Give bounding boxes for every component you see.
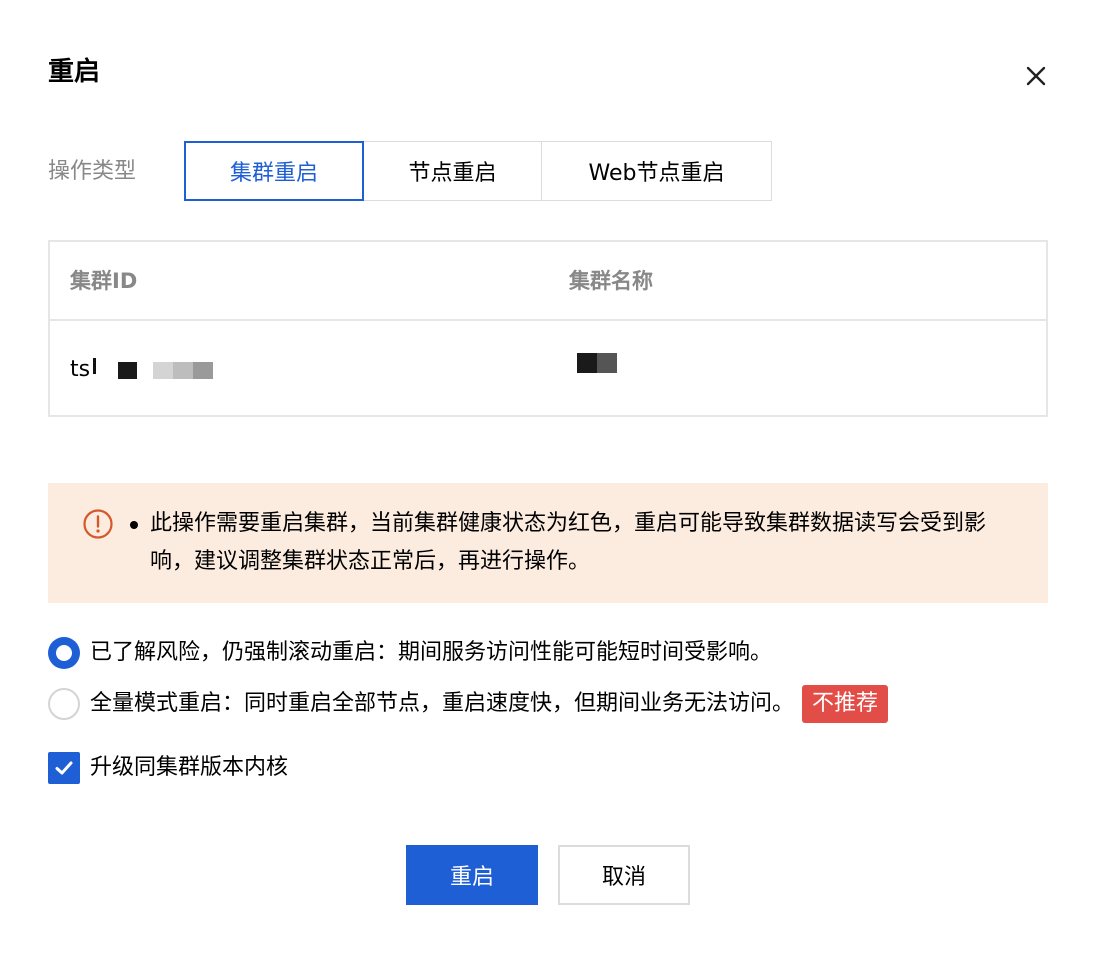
redacted-block <box>153 361 174 379</box>
bullet-dot <box>130 521 138 529</box>
redacted-block <box>93 358 97 374</box>
tab-node-restart[interactable]: 节点重启 <box>363 141 542 201</box>
radio-label: 全量模式重启：同时重启全部节点，重启速度快，但期间业务无法访问。 <box>90 691 795 716</box>
warning-circle-icon <box>83 509 113 539</box>
radio-rolling-restart[interactable] <box>48 637 80 669</box>
checkbox-label: 升级同集群版本内核 <box>90 755 289 780</box>
table-header: 集群ID 集群名称 <box>50 242 1046 321</box>
radio-full-restart[interactable] <box>48 688 80 720</box>
upgrade-kernel-checkbox[interactable] <box>48 752 80 784</box>
tab-web-node-restart[interactable]: Web节点重启 <box>541 141 772 201</box>
restart-button[interactable]: 重启 <box>406 845 538 905</box>
warning-text: 此操作需要重启集群，当前集群健康状态为红色，重启可能导致集群数据读写会受到影响，… <box>150 511 987 574</box>
dialog-title: 重启 <box>48 57 101 87</box>
cluster-id-text: ts <box>70 357 91 382</box>
option-upgrade-kernel[interactable]: 升级同集群版本内核 <box>48 752 288 784</box>
close-icon[interactable] <box>1018 58 1054 94</box>
cancel-button[interactable]: 取消 <box>558 845 690 905</box>
not-recommended-badge: 不推荐 <box>802 685 889 723</box>
cluster-id-cell: ts <box>70 355 214 385</box>
warning-alert: 此操作需要重启集群，当前集群健康状态为红色，重启可能导致集群数据读写会受到影响，… <box>48 483 1048 603</box>
redacted-block <box>577 353 597 373</box>
redacted-block <box>173 361 194 379</box>
cluster-table: 集群ID 集群名称 ts <box>48 240 1048 417</box>
option-rolling-restart[interactable]: 已了解风险，仍强制滚动重启：期间服务访问性能可能短时间受影响。 <box>48 637 772 669</box>
tab-cluster-restart[interactable]: 集群重启 <box>184 141 364 201</box>
restart-dialog: 重启 操作类型 集群重启 节点重启 Web节点重启 集群ID 集群名称 ts 此… <box>0 0 1096 954</box>
redacted-block <box>597 353 617 373</box>
check-icon <box>55 761 73 775</box>
cluster-name-cell <box>577 353 617 373</box>
column-header-cluster-id: 集群ID <box>70 269 138 293</box>
operation-type-segmented-control: 集群重启 节点重启 Web节点重启 <box>184 141 772 201</box>
table-row: ts <box>50 321 1046 415</box>
redacted-block <box>118 361 138 379</box>
redacted-block <box>193 361 214 379</box>
operation-type-label: 操作类型 <box>48 159 137 184</box>
option-full-restart[interactable]: 全量模式重启：同时重启全部节点，重启速度快，但期间业务无法访问。 不推荐 <box>48 685 889 723</box>
radio-label: 已了解风险，仍强制滚动重启：期间服务访问性能可能短时间受影响。 <box>90 640 773 665</box>
column-header-cluster-name: 集群名称 <box>569 269 653 293</box>
